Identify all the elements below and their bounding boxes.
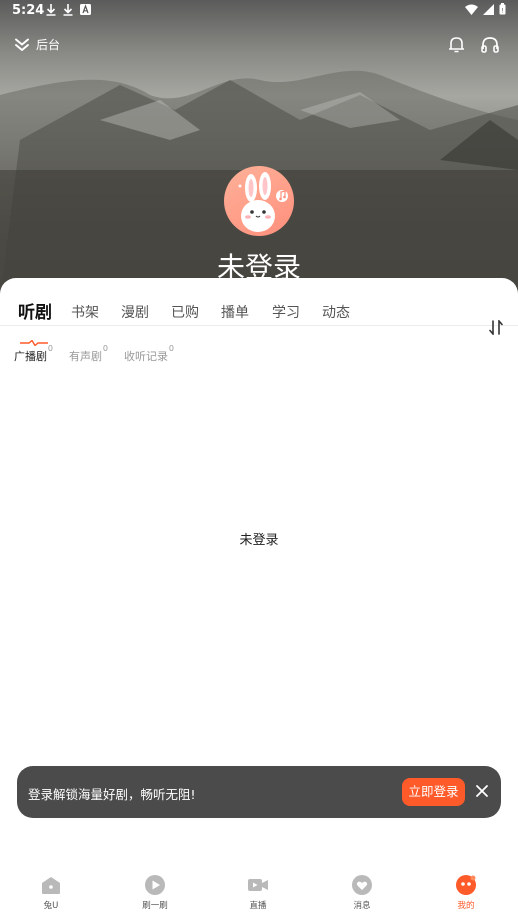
nav-item-messages[interactable]: 消息: [332, 866, 392, 911]
tab-bar: 听剧 书架 漫剧 已购 播单 学习 动态: [0, 296, 518, 346]
download-icon: [46, 4, 56, 16]
subtab-label: 收听记录: [124, 350, 168, 363]
tab-listen-drama[interactable]: 听剧: [18, 298, 52, 323]
sub-tab-bar: 广播剧 0 有声剧 0 收听记录 0: [14, 344, 174, 364]
battery-icon: !: [499, 3, 506, 15]
background-mode-label: 后台: [36, 38, 61, 52]
subtab-label: 广播剧: [14, 350, 47, 363]
profile-header: 5:24 ! 后台 未登录: [0, 0, 518, 300]
tab-activity[interactable]: 动态: [322, 302, 350, 322]
content-sheet: 听剧 书架 漫剧 已购 播单 学习 动态 广播剧 0 有声剧 0 收听记录 0 未登录: [0, 278, 518, 922]
nav-label: 消息: [353, 901, 371, 911]
empty-state-text: 未登录: [239, 533, 279, 548]
nav-label: 我的: [457, 901, 475, 911]
background-mode-button[interactable]: 后台: [14, 36, 60, 53]
close-icon[interactable]: [474, 783, 490, 799]
subtab-listen-history[interactable]: 收听记录 0: [124, 344, 174, 364]
tab-study[interactable]: 学习: [272, 302, 300, 322]
login-now-button[interactable]: 立即登录: [402, 778, 465, 806]
nav-item-home[interactable]: 兔U: [21, 866, 81, 911]
system-icons: !: [465, 3, 506, 15]
nav-item-swipe[interactable]: 刷一刷: [125, 866, 185, 911]
subtab-radio-drama[interactable]: 广播剧 0: [14, 344, 53, 364]
top-bar: 后台: [0, 32, 518, 58]
house-icon: [42, 877, 60, 894]
bunny-avatar-icon: [238, 172, 288, 232]
status-bar: 5:24 !: [0, 0, 518, 22]
subtab-count: 0: [168, 344, 174, 353]
bell-icon[interactable]: [447, 35, 466, 54]
bottom-navigation: 兔U 刷一刷 直播 消息 我的: [0, 866, 518, 922]
nav-item-live[interactable]: 直播: [228, 866, 288, 911]
wifi-icon: [465, 4, 478, 15]
svg-text:!: !: [501, 8, 503, 15]
tab-purchased[interactable]: 已购: [171, 302, 199, 322]
tab-bookshelf[interactable]: 书架: [71, 302, 99, 322]
active-tab-indicator: [20, 340, 48, 346]
font-a-icon: [80, 4, 91, 15]
headphones-icon[interactable]: [480, 35, 500, 54]
play-circle-icon: [145, 875, 165, 895]
nav-label: 兔U: [43, 901, 59, 911]
video-camera-icon: [248, 879, 268, 891]
download-icon: [63, 4, 73, 16]
tab-playlists[interactable]: 播单: [221, 302, 249, 322]
login-banner-text: 登录解锁海量好剧，畅听无阻!: [28, 787, 196, 802]
subtab-count: 0: [102, 344, 108, 353]
signal-icon: [483, 3, 494, 15]
heart-bubble-icon: [352, 875, 372, 895]
subtab-audio-drama[interactable]: 有声剧 0: [69, 344, 108, 364]
subtab-label: 有声剧: [69, 350, 102, 363]
sort-icon[interactable]: [488, 320, 504, 335]
avatar[interactable]: [224, 166, 294, 236]
nav-label: 刷一刷: [142, 901, 168, 911]
profile-face-icon: [456, 875, 476, 895]
nav-item-profile[interactable]: 我的: [436, 866, 496, 911]
notification-icons: [46, 4, 91, 16]
status-time: 5:24: [12, 3, 45, 18]
login-banner: 登录解锁海量好剧，畅听无阻! 立即登录: [17, 766, 501, 818]
nav-label: 直播: [249, 901, 267, 911]
double-chevron-down-icon: [15, 38, 29, 51]
subtab-count: 0: [47, 344, 53, 353]
tab-comic-drama[interactable]: 漫剧: [121, 302, 149, 322]
